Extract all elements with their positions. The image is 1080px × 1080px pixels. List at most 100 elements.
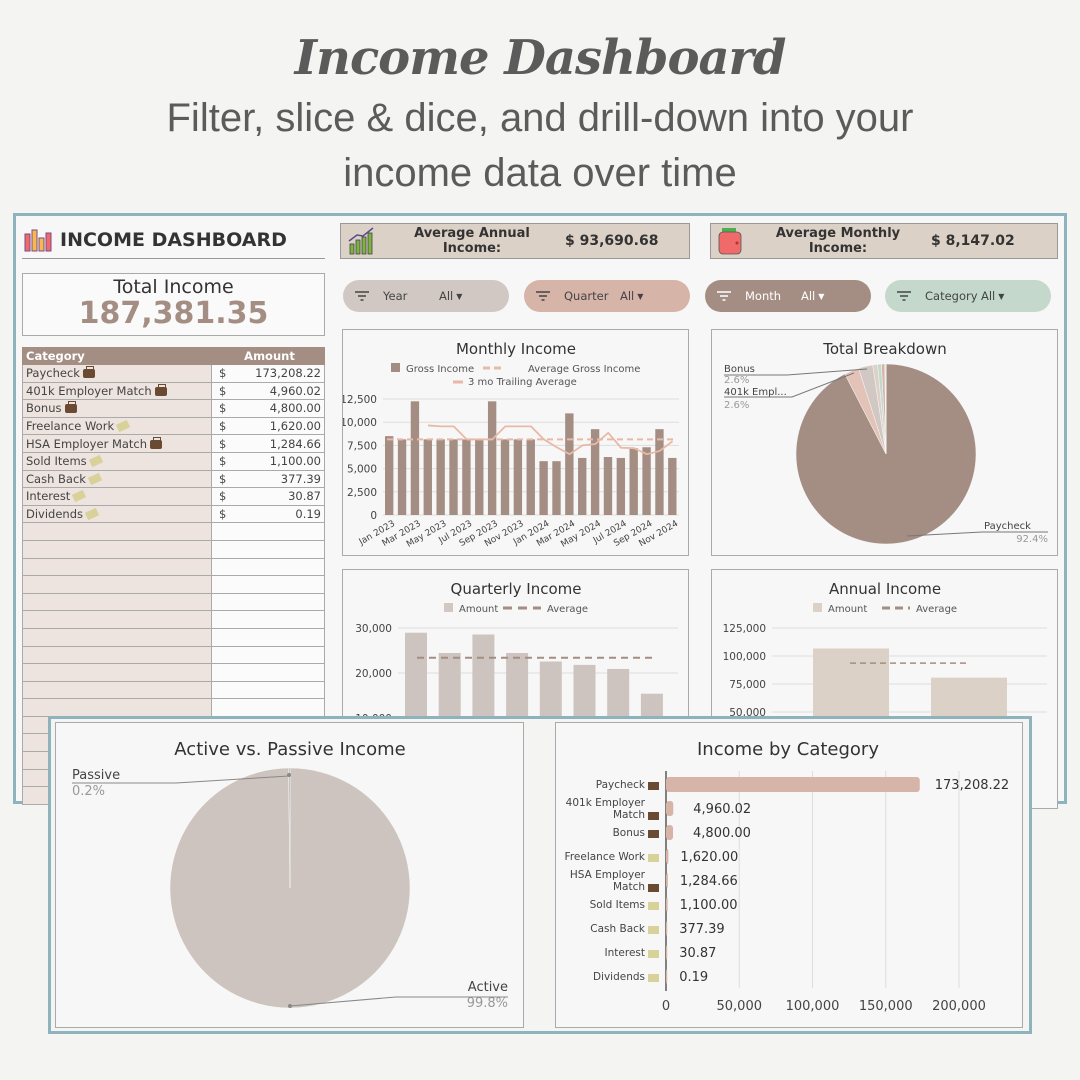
filter-category[interactable]: Category All ▼: [885, 280, 1051, 312]
category-label: HSA Employer: [570, 869, 646, 881]
table-row: HSA Employer Match $1,284.66: [22, 434, 325, 453]
data-label: 4,800.00: [693, 826, 751, 841]
divider: [22, 258, 325, 259]
growth-chart-icon: [348, 227, 374, 255]
filter-value-dropdown[interactable]: All: [439, 289, 453, 303]
category-label: Match: [613, 809, 645, 821]
amount-value: 4,960.02: [269, 383, 321, 398]
empty-row: [22, 592, 325, 612]
dropdown-caret-icon[interactable]: ▼: [998, 292, 1004, 301]
empty-row: [22, 610, 325, 629]
empty-cell: [22, 698, 212, 717]
chart-title: Monthly Income: [456, 340, 576, 358]
category-label: Interest: [605, 947, 645, 959]
y-tick-label: 5,000: [347, 464, 377, 476]
briefcase-icon: [648, 830, 659, 838]
amount-cell: $1,284.66: [211, 434, 325, 453]
x-tick-label: 100,000: [786, 999, 840, 1014]
bar: [423, 439, 432, 515]
currency-symbol: $: [219, 507, 227, 522]
dropdown-caret-icon[interactable]: ▼: [637, 292, 643, 301]
bar: [603, 457, 613, 515]
empty-cell: [211, 575, 325, 594]
amount-value: 377.39: [280, 471, 321, 486]
briefcase-icon: [648, 884, 659, 892]
dropdown-caret-icon[interactable]: ▼: [456, 292, 462, 301]
amount-cell: $4,960.02: [211, 381, 325, 401]
data-label: 1,100.00: [680, 898, 738, 913]
filter-quarter[interactable]: Quarter All ▼: [524, 280, 690, 312]
empty-cell: [22, 645, 212, 665]
bar: [475, 439, 484, 515]
total-income-label: Total Income: [113, 276, 234, 298]
y-tick-label: 10,000: [343, 417, 377, 429]
callout-dot: [287, 773, 291, 777]
money-icon: [648, 974, 659, 982]
filter-value-dropdown[interactable]: All: [981, 289, 995, 303]
bar: [668, 457, 677, 515]
category-label: Paycheck: [596, 779, 646, 791]
bar: [666, 897, 668, 912]
empty-cell: [211, 680, 325, 700]
callout-label: Paycheck: [984, 521, 1031, 532]
category-cell: Paycheck: [22, 364, 212, 383]
bar: [578, 457, 587, 515]
currency-symbol: $: [219, 383, 227, 398]
currency-symbol: $: [219, 366, 227, 381]
category-name: Dividends: [26, 507, 84, 522]
callout-label: Bonus: [724, 364, 755, 375]
category-name: Bonus: [26, 401, 62, 416]
legend-label: Amount: [459, 604, 498, 615]
filter-value-dropdown[interactable]: All: [801, 289, 815, 303]
currency-symbol: $: [219, 401, 227, 416]
filter-year[interactable]: Year All ▼: [343, 280, 509, 312]
total-breakdown-chart: Total Breakdown Bonus 2.6% 401k Empl... 2.6%…: [711, 329, 1058, 556]
empty-row: [22, 698, 325, 717]
category-name: Sold Items: [26, 454, 87, 469]
amount-value: 1,100.00: [269, 454, 321, 469]
legend-label: Gross Income: [406, 364, 474, 375]
empty-row: [22, 539, 325, 559]
table-row: Paycheck $173,208.22: [22, 364, 325, 383]
empty-row: [22, 557, 325, 577]
category-label: Bonus: [613, 827, 645, 839]
currency-symbol: $: [219, 436, 227, 451]
bar: [642, 447, 651, 515]
bar: [436, 439, 445, 515]
hero-subtitle-line2: income data over time: [343, 151, 737, 195]
dashboard-title: INCOME DASHBOARD: [60, 229, 287, 251]
column-header-amount: Amount: [211, 347, 325, 365]
empty-row: [22, 575, 325, 594]
empty-row: [22, 680, 325, 700]
bar: [526, 439, 535, 515]
empty-cell: [22, 557, 212, 577]
category-label: Freelance Work: [565, 851, 646, 863]
bar: [616, 457, 626, 515]
callout-label: 401k Empl...: [724, 387, 787, 398]
filter-value-dropdown[interactable]: All: [620, 289, 634, 303]
callout-pct: 2.6%: [724, 375, 749, 386]
dropdown-caret-icon[interactable]: ▼: [818, 292, 824, 301]
x-tick-label: 150,000: [859, 999, 913, 1014]
category-label: Dividends: [593, 971, 645, 983]
currency-symbol: $: [219, 454, 227, 469]
bar: [552, 461, 561, 515]
bar: [565, 413, 574, 515]
currency-symbol: $: [219, 489, 227, 504]
empty-cell: [22, 663, 212, 682]
category-cell: Cash Back: [22, 469, 212, 489]
category-cell: 401k Employer Match: [22, 381, 212, 401]
briefcase-icon: [150, 436, 163, 449]
hero-title: Income Dashboard: [294, 30, 787, 86]
avg-monthly-income-label: Average Monthly Income:: [775, 226, 901, 256]
amount-value: 4,800.00: [269, 401, 321, 416]
callout-pct: 99.8%: [467, 996, 508, 1011]
y-tick-label: 7,500: [347, 440, 377, 452]
empty-cell: [22, 575, 212, 594]
bar: [462, 439, 471, 515]
y-tick-label: 20,000: [355, 668, 392, 680]
filter-month[interactable]: Month All ▼: [705, 280, 871, 312]
category-cell: Interest: [22, 487, 212, 506]
briefcase-icon: [64, 401, 77, 414]
filter-icon: [536, 291, 550, 301]
